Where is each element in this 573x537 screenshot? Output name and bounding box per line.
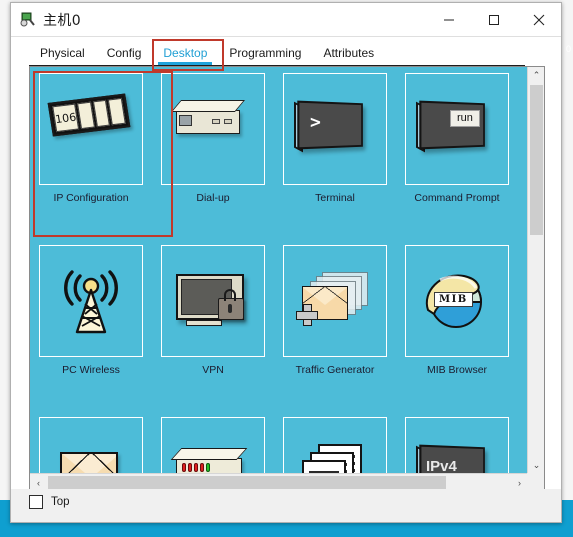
desktop-icon-ipv4-firewall[interactable]: IPv4 (396, 411, 518, 474)
tab-attributes[interactable]: Attributes (312, 43, 385, 67)
mib-browser-icon: MIB (414, 264, 500, 338)
ip-configuration-pane-3 (92, 99, 111, 128)
icon-frame: > (283, 73, 387, 185)
top-checkbox-row[interactable]: Top (29, 495, 70, 509)
ipv4-label: IPv4 (426, 458, 457, 474)
terminal-icon: > (292, 92, 378, 166)
icon-frame: 106 (39, 73, 143, 185)
plus-icon (296, 304, 318, 326)
desktop-panel: 106 IP Configuration Dial-up > Terminal … (29, 66, 545, 491)
tab-config[interactable]: Config (96, 43, 153, 67)
desktop-icon-terminal[interactable]: > Terminal (274, 67, 396, 239)
text-editor-icon (292, 436, 378, 474)
desktop-icon-label: Command Prompt (414, 192, 500, 204)
command-prompt-run-label: run (450, 110, 480, 127)
vpn-icon (170, 264, 256, 338)
desktop-icon-pc-wireless[interactable]: PC Wireless (30, 239, 152, 411)
desktop-icon-mib-browser[interactable]: MIB MIB Browser (396, 239, 518, 411)
dial-up-icon (170, 92, 256, 166)
terminal-prompt-glyph: > (310, 112, 321, 133)
window-title-group: 主机0 (19, 3, 81, 36)
desktop-icon-text-editor[interactable] (274, 411, 396, 474)
icon-frame (283, 245, 387, 357)
desktop-icon-pppoe-dialer[interactable] (152, 411, 274, 474)
desktop-icon-grid: 106 IP Configuration Dial-up > Terminal … (30, 67, 528, 474)
lock-icon (218, 289, 244, 320)
pppoe-dialer-icon (170, 436, 256, 474)
desktop-icon-label: Traffic Generator (295, 364, 375, 376)
desktop-icon-email[interactable] (30, 411, 152, 474)
vertical-scroll-thumb[interactable] (530, 85, 543, 235)
desktop-icon-label: IP Configuration (53, 192, 129, 204)
tab-programming[interactable]: Programming (218, 43, 312, 67)
ip-configuration-icon: 106 (47, 92, 134, 166)
close-button[interactable] (516, 3, 561, 36)
desktop-icon-label: MIB Browser (426, 364, 488, 376)
desktop-icon-command-prompt[interactable]: run Command Prompt (396, 67, 518, 239)
desktop-icon-traffic-generator[interactable]: Traffic Generator (274, 239, 396, 411)
icon-frame: run (405, 73, 509, 185)
desktop-icon-vpn[interactable]: VPN (152, 239, 274, 411)
desktop-icon-label: PC Wireless (62, 364, 120, 376)
horizontal-scrollbar[interactable]: ‹ › (30, 473, 528, 490)
scroll-down-icon[interactable]: ⌄ (528, 457, 545, 474)
desktop-icon-ip-configuration[interactable]: 106 IP Configuration (30, 67, 152, 239)
desktop-icon-label: Terminal (315, 192, 355, 204)
tab-desktop[interactable]: Desktop (152, 43, 218, 67)
ip-configuration-value: 106 (52, 103, 80, 133)
top-checkbox[interactable] (29, 495, 43, 509)
desktop-icon-viewport: 106 IP Configuration Dial-up > Terminal … (30, 67, 528, 474)
icon-frame: IPv4 (405, 417, 509, 474)
icon-frame (39, 417, 143, 474)
icon-frame (39, 245, 143, 357)
mib-label: MIB (434, 292, 473, 307)
tab-bar: Physical Config Desktop Programming Attr… (11, 37, 561, 67)
packet-tracer-pc-icon (19, 11, 36, 28)
traffic-generator-icon (292, 264, 378, 338)
icon-frame: MIB (405, 245, 509, 357)
ipv4-firewall-icon: IPv4 (414, 436, 500, 474)
minimize-button[interactable] (426, 3, 471, 36)
vertical-scrollbar[interactable]: ⌃ ⌄ (527, 67, 544, 474)
command-prompt-icon: run (414, 92, 500, 166)
window-title: 主机0 (43, 12, 82, 29)
desktop-icon-dial-up[interactable]: Dial-up (152, 67, 274, 239)
maximize-button[interactable] (471, 3, 516, 36)
email-icon (48, 436, 134, 474)
pc-wireless-icon (48, 264, 134, 338)
window-controls (426, 3, 561, 36)
desktop-icon-label: VPN (202, 364, 224, 376)
window-title-bar: 主机0 (11, 3, 561, 37)
icon-frame (161, 73, 265, 185)
icon-frame (161, 245, 265, 357)
window-bottom-bar: Top (11, 489, 561, 522)
scrollbar-corner (527, 473, 544, 490)
backdrop-edge-label: 0 (565, 44, 571, 54)
scroll-up-icon[interactable]: ⌃ (528, 67, 545, 84)
icon-frame (283, 417, 387, 474)
ip-configuration-pane-2 (77, 101, 95, 130)
tab-physical[interactable]: Physical (29, 43, 96, 67)
desktop-icon-label: Dial-up (196, 192, 230, 204)
icon-frame (161, 417, 265, 474)
device-window: 主机0 Physical Config Desktop Programming … (10, 2, 562, 523)
ip-configuration-pane-4 (108, 97, 126, 126)
horizontal-scroll-thumb[interactable] (48, 476, 446, 489)
top-checkbox-label: Top (51, 496, 70, 508)
